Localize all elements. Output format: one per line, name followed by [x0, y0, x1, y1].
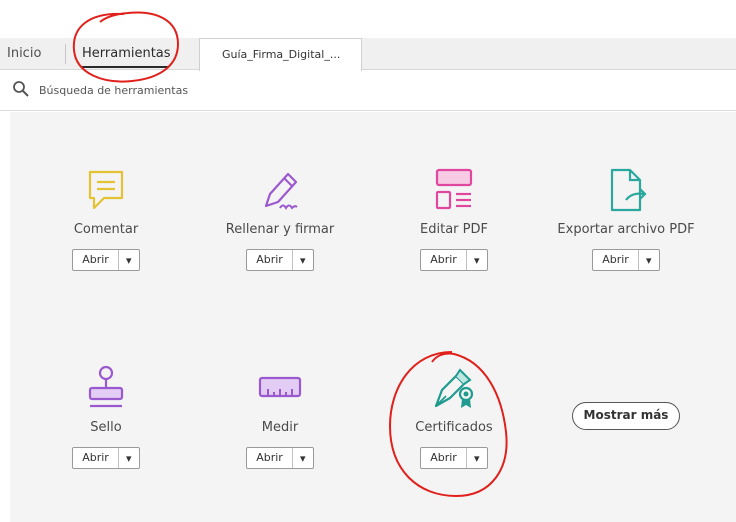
tab-separator [65, 44, 66, 64]
open-button[interactable]: Abrir [247, 250, 293, 270]
tool-sello: Sello Abrir ▾ [31, 364, 181, 469]
open-button[interactable]: Abrir [593, 250, 639, 270]
tool-label: Sello [90, 420, 122, 435]
open-button-exportar: Abrir ▾ [592, 249, 660, 271]
measure-icon[interactable] [256, 364, 304, 412]
open-button-rellenar: Abrir ▾ [246, 249, 314, 271]
open-button[interactable]: Abrir [73, 448, 119, 468]
chevron-down-icon[interactable]: ▾ [467, 250, 487, 270]
tool-label: Rellenar y firmar [225, 222, 335, 237]
tool-certificados: Certificados Abrir ▾ [379, 364, 529, 469]
comment-icon[interactable] [82, 166, 130, 214]
certificates-icon[interactable] [430, 364, 478, 412]
tool-rellenar-firmar: Rellenar y firmar Abrir ▾ [205, 166, 355, 271]
chevron-down-icon[interactable]: ▾ [293, 250, 313, 270]
tab-home[interactable]: Inicio [7, 46, 41, 61]
open-button[interactable]: Abrir [247, 448, 293, 468]
tool-medir: Medir Abrir ▾ [205, 364, 355, 469]
tool-label: Exportar archivo PDF [557, 222, 695, 237]
open-button-sello: Abrir ▾ [72, 447, 140, 469]
tool-label: Medir [261, 420, 299, 435]
chevron-down-icon[interactable]: ▾ [467, 448, 487, 468]
open-button[interactable]: Abrir [421, 448, 467, 468]
chevron-down-icon[interactable]: ▾ [293, 448, 313, 468]
tool-label: Editar PDF [420, 222, 488, 237]
tool-comentar: Comentar Abrir ▾ [31, 166, 181, 271]
active-tab-underline [82, 66, 169, 68]
show-more-button[interactable]: Mostrar más [572, 402, 680, 430]
tab-document[interactable]: Guía_Firma_Digital_... [199, 38, 362, 71]
chevron-down-icon[interactable]: ▾ [119, 448, 139, 468]
stamp-icon[interactable] [82, 364, 130, 412]
export-pdf-icon[interactable] [602, 166, 650, 214]
tool-exportar-pdf: Exportar archivo PDF Abrir ▾ [551, 166, 701, 271]
chevron-down-icon[interactable]: ▾ [119, 250, 139, 270]
search-input[interactable]: Búsqueda de herramientas [39, 84, 188, 97]
open-button-medir: Abrir ▾ [246, 447, 314, 469]
open-button[interactable]: Abrir [73, 250, 119, 270]
tool-label: Comentar [73, 222, 139, 237]
document-tab-label: Guía_Firma_Digital_... [222, 48, 341, 61]
open-button-certificados: Abrir ▾ [420, 447, 488, 469]
open-button-comentar: Abrir ▾ [72, 249, 140, 271]
tool-label: Certificados [415, 420, 493, 435]
tool-editar-pdf: Editar PDF Abrir ▾ [379, 166, 529, 271]
edit-pdf-icon[interactable] [430, 166, 478, 214]
open-button[interactable]: Abrir [421, 250, 467, 270]
chevron-down-icon[interactable]: ▾ [639, 250, 659, 270]
fill-sign-icon[interactable] [256, 166, 304, 214]
tab-tools[interactable]: Herramientas [82, 46, 171, 61]
open-button-editar: Abrir ▾ [420, 249, 488, 271]
search-icon[interactable] [12, 80, 30, 98]
